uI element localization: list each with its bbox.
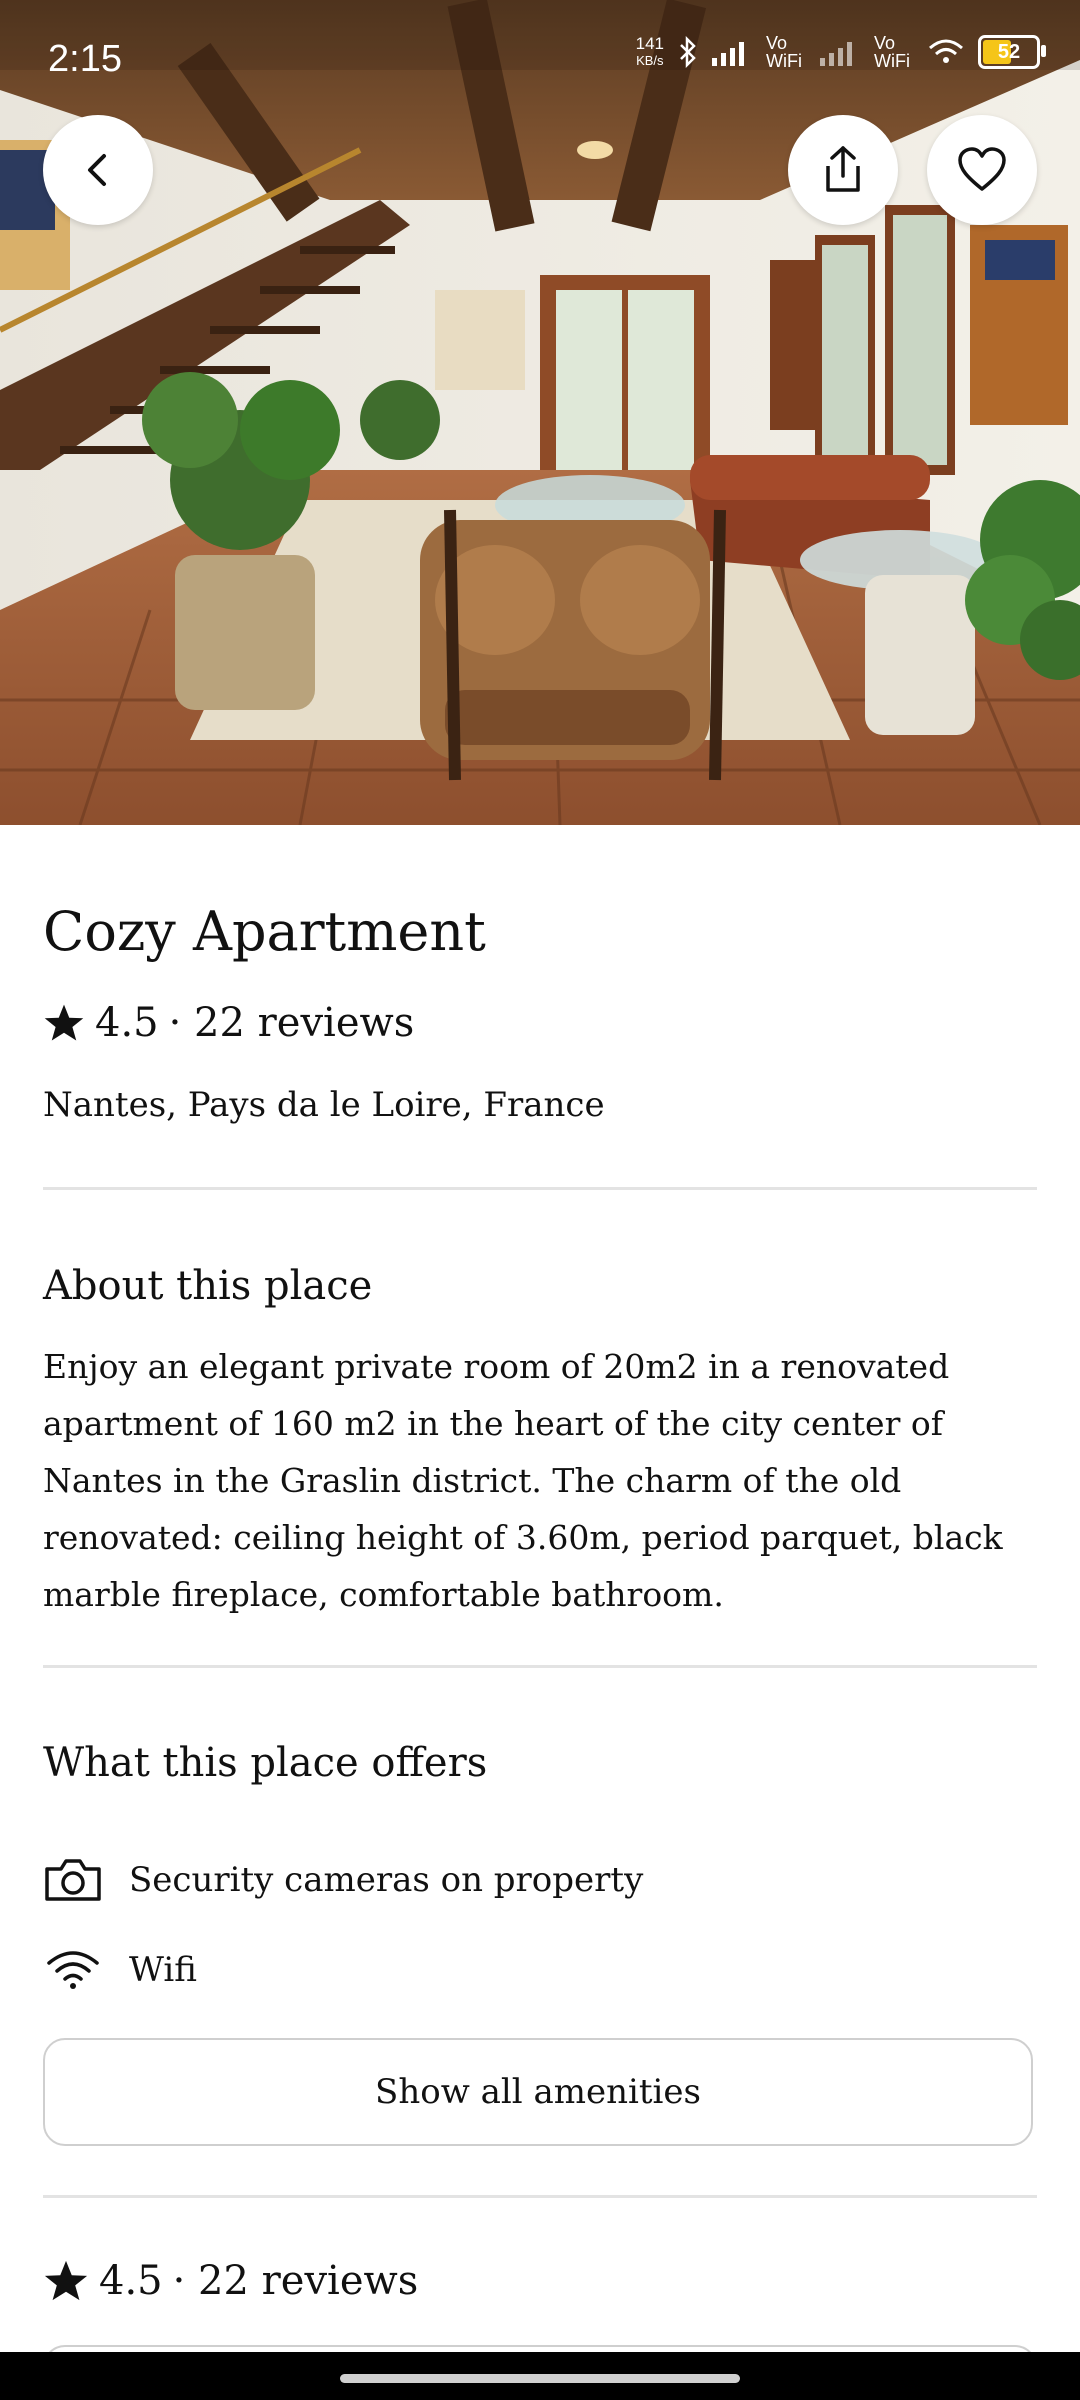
rating-value: 4.5 <box>95 1000 159 1046</box>
offers-heading: What this place offers <box>43 1740 488 1786</box>
camera-icon <box>45 1859 101 1901</box>
back-button[interactable] <box>43 115 153 225</box>
share-icon <box>826 146 860 192</box>
favorite-button[interactable] <box>927 115 1037 225</box>
star-icon <box>44 1004 84 1041</box>
reviews-rating-value: 4.5 <box>99 2258 163 2304</box>
share-button[interactable] <box>788 115 898 225</box>
about-description: Enjoy an elegant private room of 20m2 in… <box>43 1347 1003 1614</box>
amenity-label: Wifi <box>129 1950 197 1990</box>
reviews-count: · 22 reviews <box>168 1000 415 1046</box>
bluetooth-icon <box>680 36 696 68</box>
home-indicator[interactable] <box>340 2374 740 2383</box>
chevron-left-icon <box>88 154 106 186</box>
signal-icon-2 <box>820 42 852 66</box>
divider <box>43 1665 1037 1668</box>
rating-row[interactable]: 4.5 · 22 reviews <box>43 1000 1037 1046</box>
vowifi-label-2: Vo WiFi <box>874 33 910 71</box>
signal-icon <box>712 42 744 66</box>
reviews-summary[interactable]: 4.5 · 22 reviews <box>43 2258 1037 2304</box>
about-heading: About this place <box>43 1263 373 1309</box>
wifi-status-icon <box>929 39 963 63</box>
battery-icon: 52 <box>978 35 1046 69</box>
divider <box>43 2195 1037 2198</box>
wifi-icon <box>47 1951 99 1989</box>
listing-location: Nantes, Pays da le Loire, France <box>43 1085 605 1125</box>
amenity-label: Security cameras on property <box>129 1860 644 1900</box>
amenity-item: Security cameras on property <box>43 1855 1037 1905</box>
status-time: 2:15 <box>48 38 122 80</box>
divider <box>43 1187 1037 1190</box>
living-room-photo <box>0 0 1080 825</box>
network-speed-unit: KB/s <box>636 53 664 68</box>
battery-level: 52 <box>997 40 1021 63</box>
status-bar: 2:15 141 KB/s Vo WiFi Vo WiFi 52 <box>0 0 1080 110</box>
heart-icon <box>958 147 1006 191</box>
show-all-amenities-button[interactable]: Show all amenities <box>43 2038 1033 2146</box>
listing-photo[interactable]: 2:15 141 KB/s Vo WiFi Vo WiFi 52 <box>0 0 1080 825</box>
network-speed: 141 KB/s <box>636 35 664 69</box>
star-icon <box>44 2260 88 2301</box>
reviews-section-count: · 22 reviews <box>172 2258 419 2304</box>
vowifi-label: Vo WiFi <box>766 33 802 71</box>
amenity-item: Wifi <box>43 1945 1037 1995</box>
status-icons: 141 KB/s Vo WiFi Vo WiFi 52 <box>636 33 1046 71</box>
listing-title: Cozy Apartment <box>43 900 486 963</box>
network-speed-value: 141 <box>635 34 664 53</box>
